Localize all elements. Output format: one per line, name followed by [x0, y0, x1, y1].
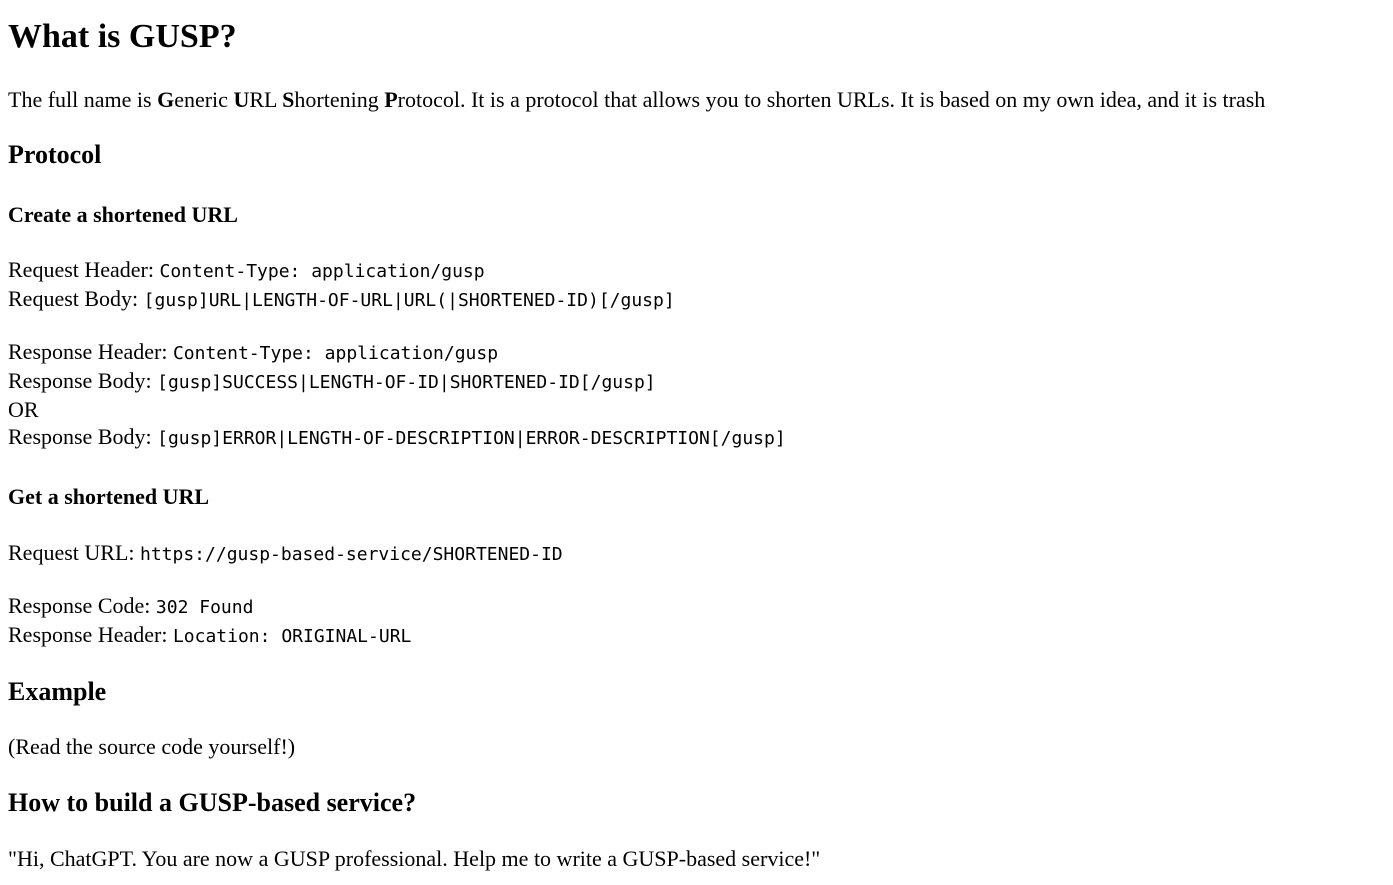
create-request-header-line: Request Header: Content-Type: applicatio… [8, 256, 1385, 285]
get-response-header-line: Response Header: Location: ORIGINAL-URL [8, 621, 1385, 650]
request-body-label: Request Body: [8, 286, 144, 311]
build-heading: How to build a GUSP-based service? [8, 788, 417, 817]
request-header-value: Content-Type: application/gusp [159, 261, 485, 282]
intro-p-bold: P [384, 87, 398, 112]
build-text: "Hi, ChatGPT. You are now a GUSP profess… [8, 846, 821, 871]
or-text: OR [8, 397, 39, 422]
response-body-error-value: [gusp]ERROR|LENGTH-OF-DESCRIPTION|ERROR-… [157, 428, 786, 449]
response-body-label-2: Response Body: [8, 424, 158, 449]
intro-u-bold: U [233, 87, 250, 112]
create-response-body-error-line: Response Body: [gusp]ERROR|LENGTH-OF-DES… [8, 423, 1385, 452]
intro-s-rest: hortening [294, 87, 385, 112]
intro-g-rest: eneric [174, 87, 234, 112]
request-body-value: [gusp]URL|LENGTH-OF-URL|URL(|SHORTENED-I… [143, 290, 675, 311]
example-heading: Example [8, 677, 107, 706]
intro-p-rest: rotocol. It is a protocol that allows yo… [397, 87, 1266, 112]
intro-u-rest: RL [249, 87, 283, 112]
page: What is GUSP? The full name is Generic U… [0, 17, 1393, 872]
create-heading: Create a shortened URL [8, 202, 238, 227]
response-body-label: Response Body: [8, 368, 158, 393]
response-code-label: Response Code: [8, 593, 156, 618]
get-request-block: Request URL: https://gusp-based-service/… [8, 539, 1385, 568]
page-title: What is GUSP? [8, 18, 237, 55]
response-header-value: Content-Type: application/gusp [172, 343, 499, 364]
request-url-value: https://gusp-based-service/SHORTENED-ID [140, 544, 563, 565]
request-url-label: Request URL: [8, 540, 140, 565]
get-response-code-line: Response Code: 302 Found [8, 592, 1385, 621]
example-text: (Read the source code yourself!) [8, 734, 296, 759]
create-response-block: Response Header: Content-Type: applicati… [8, 338, 1385, 452]
get-response-header-label: Response Header: [8, 622, 173, 647]
intro-g-bold: G [157, 87, 175, 112]
create-response-header-line: Response Header: Content-Type: applicati… [8, 338, 1385, 367]
response-header-label: Response Header: [8, 339, 173, 364]
intro-paragraph: The full name is Generic URL Shortening … [8, 86, 1385, 113]
create-request-body-line: Request Body: [gusp]URL|LENGTH-OF-URL|UR… [8, 285, 1385, 314]
create-response-body-success-line: Response Body: [gusp]SUCCESS|LENGTH-OF-I… [8, 367, 1385, 396]
intro-s-bold: S [282, 87, 295, 112]
get-response-header-value: Location: ORIGINAL-URL [172, 626, 412, 647]
request-header-label: Request Header: [8, 257, 160, 282]
protocol-heading: Protocol [8, 140, 102, 169]
response-body-success-value: [gusp]SUCCESS|LENGTH-OF-ID|SHORTENED-ID[… [157, 372, 656, 393]
create-request-block: Request Header: Content-Type: applicatio… [8, 256, 1385, 314]
intro-prefix: The full name is [8, 87, 158, 112]
response-code-value: 302 Found [155, 597, 254, 618]
get-request-url-line: Request URL: https://gusp-based-service/… [8, 539, 1385, 568]
get-response-block: Response Code: 302 Found Response Header… [8, 592, 1385, 650]
get-heading: Get a shortened URL [8, 484, 210, 509]
